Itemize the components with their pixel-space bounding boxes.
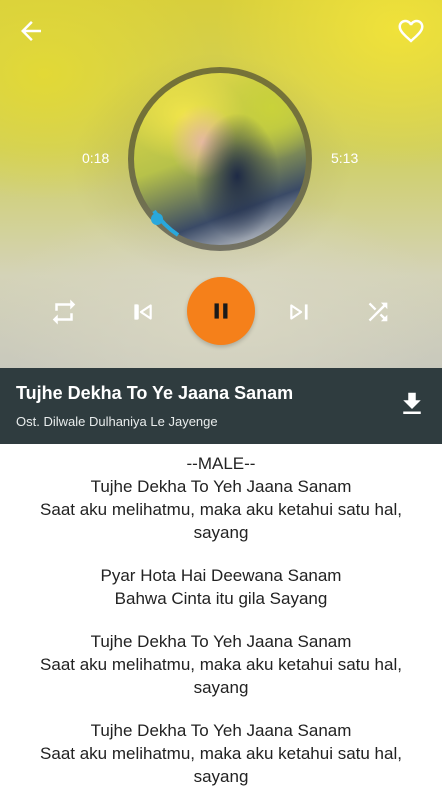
lyrics-stanza: Tujhe Dekha To Yeh Jaana Sanam Saat aku … — [0, 719, 442, 788]
lyric-line: sayang — [193, 523, 249, 542]
lyrics-stanza: Tujhe Dekha To Yeh Jaana Sanam Saat aku … — [0, 630, 442, 699]
skip-next-icon — [290, 304, 308, 320]
song-title: Tujhe Dekha To Ye Jaana Sanam — [16, 383, 294, 403]
pause-icon — [214, 303, 228, 319]
download-button[interactable] — [394, 386, 430, 422]
repeat-icon — [52, 299, 76, 325]
seek-handle[interactable] — [151, 213, 163, 225]
lyric-line: Tujhe Dekha To Yeh Jaana Sanam — [90, 477, 352, 496]
next-button[interactable] — [280, 292, 320, 332]
lyric-line: Pyar Hota Hai Deewana Sanam — [100, 566, 342, 585]
arrow-left-icon — [21, 21, 41, 41]
back-button[interactable] — [12, 12, 50, 50]
lyrics-panel: --MALE-- Tujhe Dekha To Yeh Jaana Sanam … — [0, 452, 442, 800]
download-icon — [403, 392, 421, 414]
lyric-line: Saat aku melihatmu, maka aku ketahui sat… — [40, 500, 402, 519]
shuffle-button[interactable] — [358, 292, 398, 332]
player-panel: 0:18 5:13 — [0, 0, 442, 368]
lyric-line: --MALE-- — [186, 454, 256, 473]
previous-button[interactable] — [122, 292, 162, 332]
lyric-line: Saat aku melihatmu, maka aku ketahui sat… — [40, 744, 402, 763]
song-album: Ost. Dilwale Dulhaniya Le Jayenge — [16, 414, 218, 429]
shuffle-icon — [368, 302, 388, 322]
lyric-line: Tujhe Dekha To Yeh Jaana Sanam — [90, 721, 352, 740]
lyrics-stanza: --MALE-- Tujhe Dekha To Yeh Jaana Sanam … — [0, 452, 442, 544]
lyrics-stanza: Pyar Hota Hai Deewana Sanam Bahwa Cinta … — [0, 564, 442, 610]
lyric-line: Bahwa Cinta itu gila Sayang — [114, 589, 328, 608]
lyric-line: Tujhe Dekha To Yeh Jaana Sanam — [90, 632, 352, 651]
pause-button[interactable] — [187, 277, 255, 345]
elapsed-time: 0:18 — [82, 150, 110, 166]
lyric-line: sayang — [193, 767, 249, 786]
lyric-line: sayang — [193, 678, 249, 697]
heart-outline-icon — [398, 19, 424, 43]
favorite-button[interactable] — [392, 12, 430, 50]
repeat-button[interactable] — [44, 292, 84, 332]
lyric-line: Saat aku melihatmu, maka aku ketahui sat… — [40, 655, 402, 674]
total-time: 5:13 — [331, 150, 359, 166]
song-info-bar — [0, 368, 442, 444]
skip-previous-icon — [134, 304, 152, 320]
